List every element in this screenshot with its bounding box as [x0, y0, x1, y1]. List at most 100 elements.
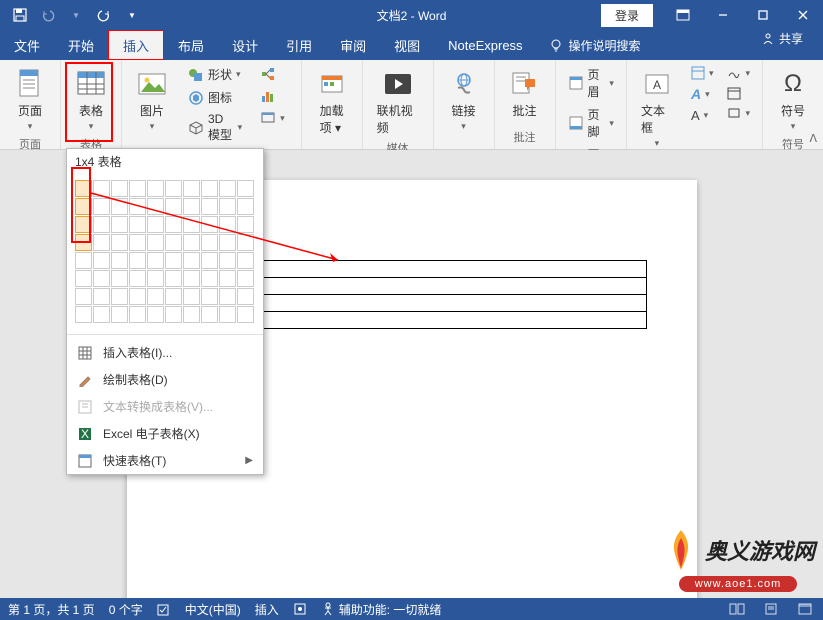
online-video-button[interactable]: 联机视频	[369, 64, 427, 140]
grid-cell[interactable]	[201, 198, 218, 215]
grid-cell[interactable]	[183, 198, 200, 215]
status-language[interactable]: 中文(中国)	[185, 601, 241, 618]
login-button[interactable]: 登录	[601, 4, 653, 27]
grid-cell[interactable]	[93, 288, 110, 305]
grid-cell[interactable]	[237, 180, 254, 197]
tell-me-search[interactable]: 操作说明搜索	[537, 30, 653, 60]
ribbon-display-icon[interactable]	[663, 0, 703, 30]
grid-cell[interactable]	[93, 216, 110, 233]
dropcap-button[interactable]: A▾	[685, 106, 720, 125]
pictures-button[interactable]: 图片 ▾	[128, 64, 176, 145]
grid-cell[interactable]	[201, 180, 218, 197]
qat-customize-icon[interactable]: ▼	[120, 3, 144, 27]
grid-cell[interactable]	[111, 306, 128, 323]
grid-cell[interactable]	[201, 270, 218, 287]
chart-button[interactable]	[254, 86, 291, 106]
excel-spreadsheet-menuitem[interactable]: X Excel 电子表格(X)	[67, 420, 263, 447]
grid-cell[interactable]	[237, 270, 254, 287]
grid-cell[interactable]	[201, 234, 218, 251]
grid-cell[interactable]	[183, 288, 200, 305]
grid-cell[interactable]	[147, 216, 164, 233]
object-button[interactable]: ▾	[721, 104, 756, 122]
tab-view[interactable]: 视图	[380, 30, 434, 60]
pages-button[interactable]: 页面 ▾	[6, 64, 54, 136]
grid-cell[interactable]	[147, 306, 164, 323]
save-icon[interactable]	[8, 3, 32, 27]
grid-cell[interactable]	[219, 270, 236, 287]
grid-cell[interactable]	[111, 234, 128, 251]
grid-cell[interactable]	[183, 252, 200, 269]
grid-cell[interactable]	[147, 198, 164, 215]
grid-cell[interactable]	[129, 306, 146, 323]
grid-cell[interactable]	[237, 234, 254, 251]
grid-cell[interactable]	[147, 180, 164, 197]
grid-cell[interactable]	[75, 234, 92, 251]
grid-cell[interactable]	[237, 216, 254, 233]
grid-cell[interactable]	[165, 306, 182, 323]
collapse-ribbon-icon[interactable]: ᐱ	[809, 132, 817, 145]
grid-cell[interactable]	[237, 288, 254, 305]
grid-cell[interactable]	[147, 252, 164, 269]
grid-cell[interactable]	[129, 270, 146, 287]
tab-references[interactable]: 引用	[272, 30, 326, 60]
tab-insert[interactable]: 插入	[108, 30, 164, 60]
grid-cell[interactable]	[111, 270, 128, 287]
addins-button[interactable]: 加载项 ▾	[308, 64, 356, 140]
links-button[interactable]: 链接 ▾	[440, 64, 488, 136]
quick-tables-menuitem[interactable]: 快速表格(T) ▶	[67, 447, 263, 474]
grid-cell[interactable]	[165, 270, 182, 287]
status-proofing-icon[interactable]	[157, 602, 171, 616]
insert-table-grid[interactable]	[67, 174, 263, 330]
grid-cell[interactable]	[201, 306, 218, 323]
status-mode[interactable]: 插入	[255, 601, 279, 618]
grid-cell[interactable]	[183, 216, 200, 233]
grid-cell[interactable]	[129, 252, 146, 269]
grid-cell[interactable]	[75, 198, 92, 215]
grid-cell[interactable]	[75, 216, 92, 233]
tab-home[interactable]: 开始	[54, 30, 108, 60]
smartart-button[interactable]	[254, 64, 291, 84]
grid-cell[interactable]	[129, 216, 146, 233]
grid-cell[interactable]	[183, 234, 200, 251]
screenshot-button[interactable]: ▾	[254, 108, 291, 128]
grid-cell[interactable]	[219, 252, 236, 269]
comment-button[interactable]: 批注	[501, 64, 549, 123]
status-wordcount[interactable]: 0 个字	[109, 601, 143, 618]
read-mode-icon[interactable]	[727, 601, 747, 617]
grid-cell[interactable]	[111, 216, 128, 233]
grid-cell[interactable]	[75, 180, 92, 197]
wordart-button[interactable]: A▾	[685, 84, 720, 104]
status-accessibility[interactable]: 辅助功能: 一切就绪	[321, 601, 442, 618]
grid-cell[interactable]	[201, 252, 218, 269]
3d-models-button[interactable]: 3D 模型▾	[182, 110, 248, 145]
table-button[interactable]: 表格 ▾	[67, 64, 115, 136]
grid-cell[interactable]	[237, 252, 254, 269]
status-page[interactable]: 第 1 页，共 1 页	[8, 601, 95, 618]
grid-cell[interactable]	[75, 270, 92, 287]
grid-cell[interactable]	[147, 288, 164, 305]
status-macro-icon[interactable]	[293, 602, 307, 616]
grid-cell[interactable]	[147, 234, 164, 251]
header-button[interactable]: 页眉▾	[562, 64, 620, 102]
grid-cell[interactable]	[75, 306, 92, 323]
grid-cell[interactable]	[183, 306, 200, 323]
grid-cell[interactable]	[75, 252, 92, 269]
tab-review[interactable]: 审阅	[326, 30, 380, 60]
grid-cell[interactable]	[219, 180, 236, 197]
grid-cell[interactable]	[93, 270, 110, 287]
undo-icon[interactable]	[36, 3, 60, 27]
grid-cell[interactable]	[147, 270, 164, 287]
quickparts-button[interactable]: ▾	[685, 64, 720, 82]
textbox-button[interactable]: A 文本框 ▾	[633, 64, 681, 153]
grid-cell[interactable]	[93, 180, 110, 197]
grid-cell[interactable]	[165, 288, 182, 305]
tab-layout[interactable]: 布局	[164, 30, 218, 60]
grid-cell[interactable]	[219, 198, 236, 215]
qat-dropdown-icon[interactable]: ▼	[64, 3, 88, 27]
grid-cell[interactable]	[183, 270, 200, 287]
grid-cell[interactable]	[219, 216, 236, 233]
symbol-button[interactable]: Ω 符号 ▾	[769, 64, 817, 136]
grid-cell[interactable]	[219, 288, 236, 305]
grid-cell[interactable]	[111, 180, 128, 197]
grid-cell[interactable]	[165, 198, 182, 215]
